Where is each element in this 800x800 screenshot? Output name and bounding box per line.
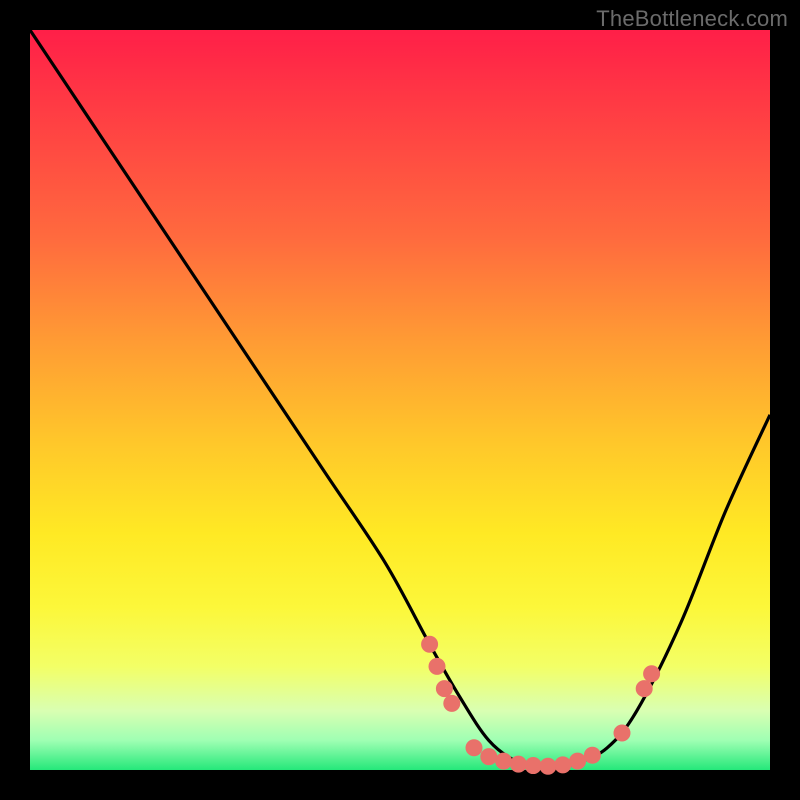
data-point: [540, 758, 556, 774]
data-point: [636, 681, 652, 697]
data-point: [525, 758, 541, 774]
data-points: [422, 636, 660, 774]
data-point: [614, 725, 630, 741]
chart-frame: TheBottleneck.com: [0, 0, 800, 800]
data-point: [510, 756, 526, 772]
data-point: [444, 695, 460, 711]
chart-svg: [30, 30, 770, 770]
data-point: [466, 740, 482, 756]
data-point: [570, 753, 586, 769]
data-point: [422, 636, 438, 652]
data-point: [436, 681, 452, 697]
data-point: [584, 747, 600, 763]
data-point: [429, 658, 445, 674]
data-point: [555, 757, 571, 773]
data-point: [496, 753, 512, 769]
chart-plot-area: [30, 30, 770, 770]
data-point: [644, 666, 660, 682]
data-point: [481, 749, 497, 765]
watermark-text: TheBottleneck.com: [596, 6, 788, 32]
bottleneck-curve: [30, 30, 770, 770]
